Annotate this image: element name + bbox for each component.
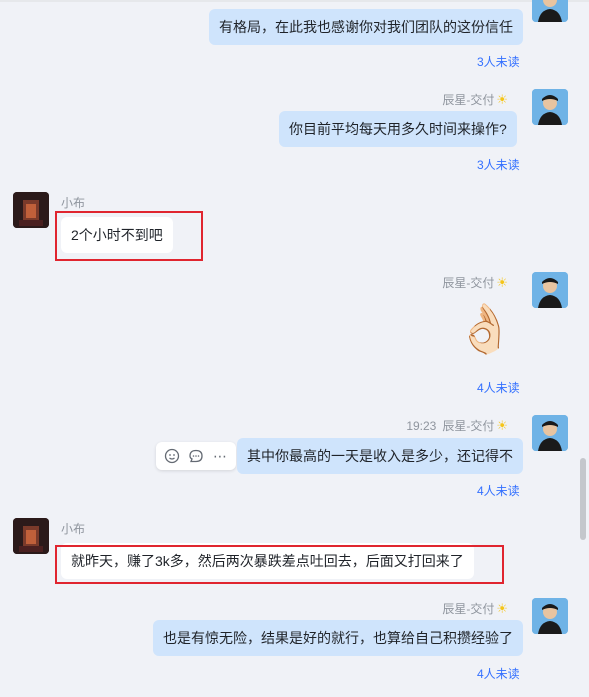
highlight-box <box>55 211 203 261</box>
unread-count[interactable]: 3人未读 <box>477 53 520 70</box>
message-bubble[interactable]: 其中你最高的一天是收入是多少，还记得不 <box>237 438 523 474</box>
avatar-chenxing[interactable] <box>532 0 568 22</box>
emoji-reaction-icon[interactable] <box>160 444 184 468</box>
message-bubble[interactable]: 也是有惊无险，结果是好的就行，也算给自己积攒经验了 <box>153 620 523 656</box>
sender-name-text: 辰星-交付 <box>442 602 495 616</box>
unread-count[interactable]: 3人未读 <box>477 156 520 173</box>
message-actions: ⋯ <box>156 442 236 470</box>
avatar-chenxing[interactable] <box>532 272 568 308</box>
unread-count[interactable]: 4人未读 <box>477 482 520 499</box>
sender-name: 辰星-交付 ☀ <box>442 600 508 617</box>
top-divider <box>0 0 589 2</box>
sun-badge-icon: ☀ <box>496 418 508 433</box>
avatar-chenxing[interactable] <box>532 415 568 451</box>
avatar-xiaobu[interactable] <box>13 192 49 228</box>
ok-hand-emoji[interactable]: 👌🏻 <box>455 300 515 360</box>
unread-count[interactable]: 4人未读 <box>477 665 520 682</box>
message-time: 19:23 <box>406 419 437 433</box>
sender-name-text: 辰星-交付 <box>442 93 495 107</box>
sender-name-text: 辰星-交付 <box>442 276 495 290</box>
sun-badge-icon: ☀ <box>496 601 508 616</box>
sender-name: 辰星-交付 ☀ <box>442 91 508 108</box>
reply-icon[interactable] <box>184 444 208 468</box>
unread-count[interactable]: 4人未读 <box>477 379 520 396</box>
avatar-xiaobu[interactable] <box>13 518 49 554</box>
sun-badge-icon: ☀ <box>496 92 508 107</box>
sender-name: 小布 <box>61 522 86 536</box>
message-bubble[interactable]: 有格局，在此我也感谢你对我们团队的这份信任 <box>209 9 523 45</box>
message-bubble[interactable]: 你目前平均每天用多久时间来操作? <box>279 111 517 147</box>
sender-name-text: 辰星-交付 <box>442 419 495 433</box>
avatar-chenxing[interactable] <box>532 89 568 125</box>
avatar-chenxing[interactable] <box>532 598 568 634</box>
sender-name: 小布 <box>61 196 86 210</box>
highlight-box <box>55 545 504 584</box>
more-icon[interactable]: ⋯ <box>208 444 232 468</box>
sender-name: 辰星-交付 ☀ <box>442 274 508 291</box>
sender-name: 19:23 辰星-交付 ☀ <box>406 417 508 434</box>
sun-badge-icon: ☀ <box>496 275 508 290</box>
scrollbar[interactable] <box>580 458 586 540</box>
